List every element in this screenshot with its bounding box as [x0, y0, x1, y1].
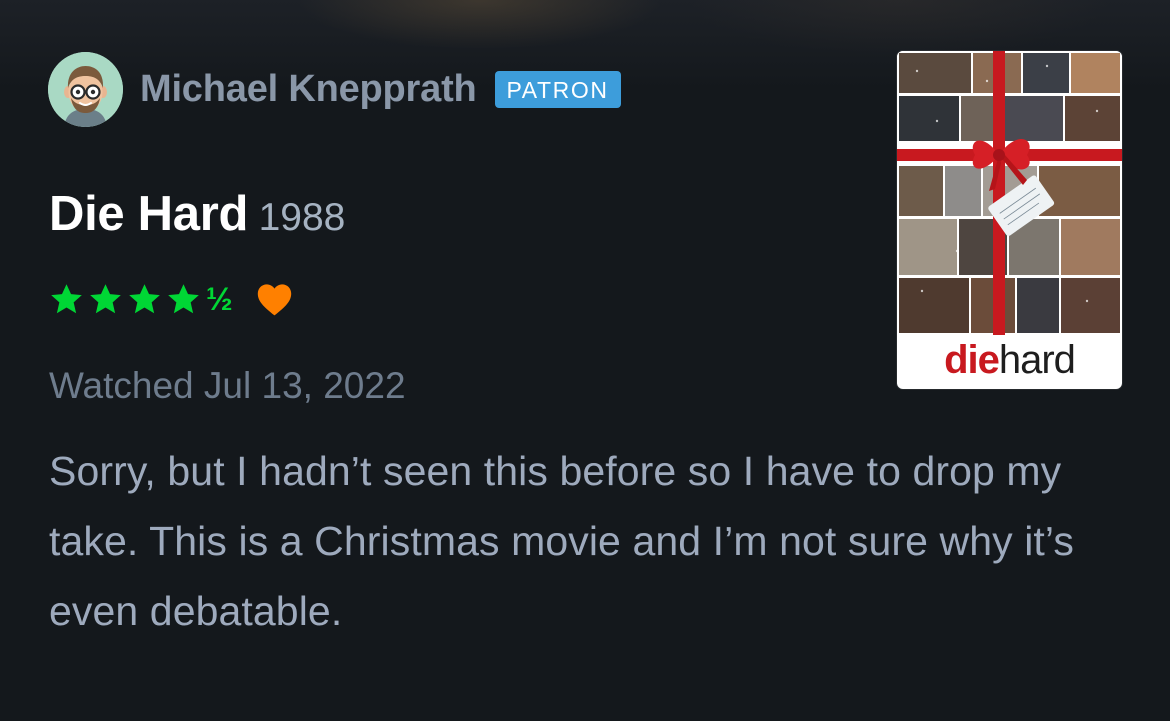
poster-logo-die: die	[944, 338, 1000, 382]
review-card: Michael Knepprath PATRON Die Hard 1988 ½…	[0, 0, 1170, 721]
film-year[interactable]: 1988	[259, 196, 346, 239]
review-body: Sorry, but I hadn’t seen this before so …	[49, 436, 1099, 646]
star-icon	[129, 283, 160, 313]
reviewer-name[interactable]: Michael Knepprath	[140, 68, 477, 111]
half-star: ½	[206, 281, 233, 317]
watched-date: Watched Jul 13, 2022	[49, 365, 406, 406]
film-title[interactable]: Die Hard	[49, 187, 248, 241]
poster-logo-hard: hard	[998, 338, 1076, 382]
star-rating: ½	[48, 282, 233, 317]
film-title-row: Die Hard 1988	[49, 186, 345, 242]
cartoon-face-with-glasses-icon	[48, 51, 123, 127]
star-icon	[168, 283, 199, 313]
film-poster[interactable]: diehard	[897, 51, 1122, 389]
poster-collage-image	[897, 51, 1122, 335]
reviewer-header: Michael Knepprath PATRON	[48, 51, 621, 127]
avatar[interactable]	[48, 51, 123, 127]
rating-row: ½	[48, 279, 294, 319]
heart-icon	[257, 283, 291, 315]
patron-badge: PATRON	[494, 70, 621, 108]
star-icon	[90, 283, 121, 313]
poster-logo: diehard	[897, 335, 1122, 385]
star-icon	[51, 283, 82, 313]
review-text: Sorry, but I hadn’t seen this before so …	[49, 448, 1074, 634]
